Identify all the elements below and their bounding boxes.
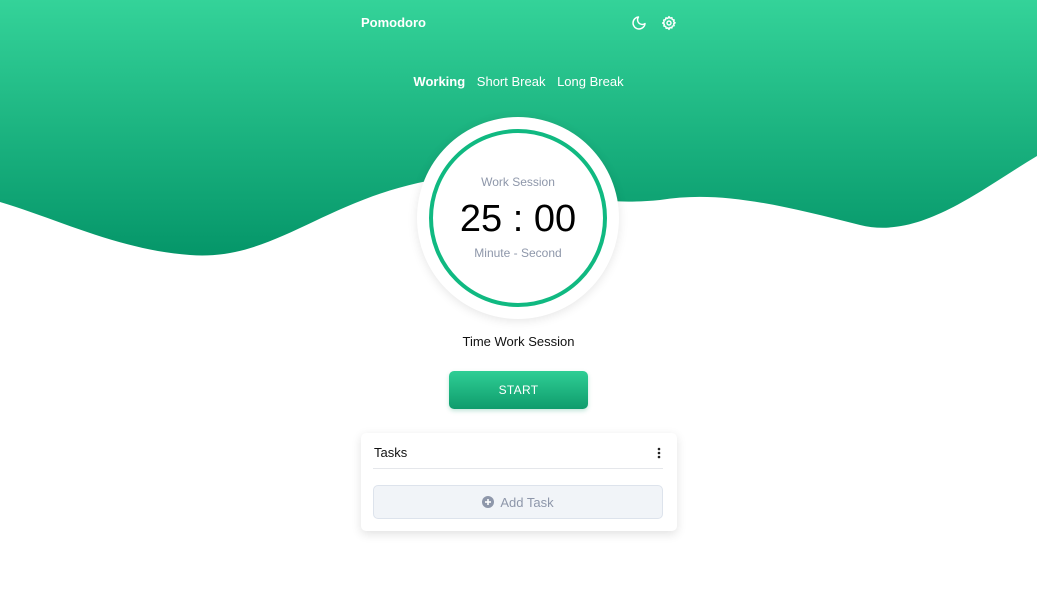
gear-icon[interactable] [661,15,677,31]
start-button[interactable]: START [449,371,588,409]
pomodoro-app: Pomodoro Working Short Break Long Break … [0,0,1037,594]
tasks-divider [373,468,663,469]
plus-circle-icon [482,496,495,508]
session-caption: Time Work Session [462,334,575,349]
time-display: 25 : 00 [459,198,577,240]
session-label: Work Session [481,175,555,189]
tab-long-break[interactable]: Long Break [557,73,624,91]
timer-dial: Work Session 25 : 00 Minute - Second [417,117,619,319]
add-task-button[interactable]: Add Task [373,485,663,519]
add-task-label: Add Task [500,494,554,510]
time-units-label: Minute - Second [474,246,562,260]
tasks-card: Tasks Add Task [361,433,677,531]
mode-tabs: Working Short Break Long Break [0,73,1037,91]
more-vertical-icon[interactable] [657,446,661,459]
moon-icon[interactable] [631,15,647,31]
tasks-title: Tasks [374,445,408,460]
app-header: Pomodoro [361,14,677,32]
tab-short-break[interactable]: Short Break [477,73,546,91]
app-title: Pomodoro [361,15,426,30]
tab-working[interactable]: Working [413,73,465,91]
